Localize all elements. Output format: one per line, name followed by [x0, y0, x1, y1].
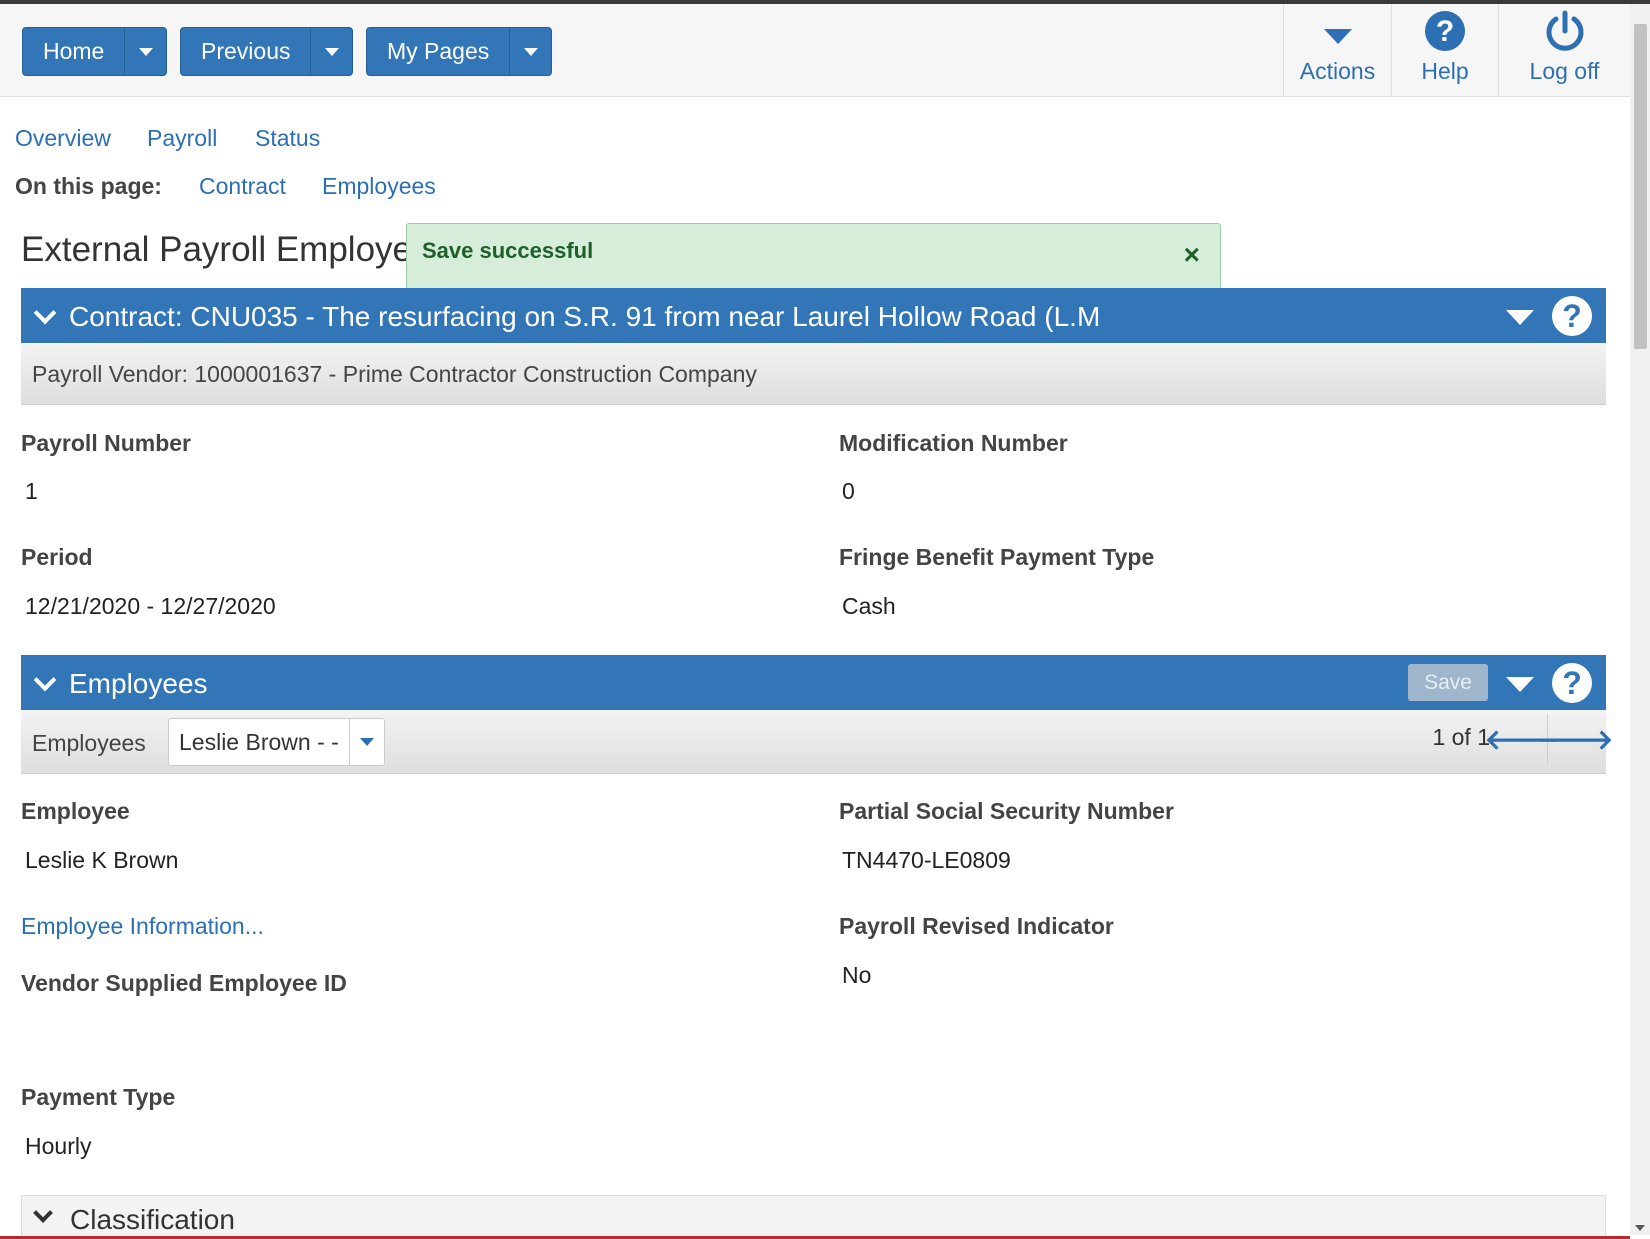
- caret-down-icon: [523, 47, 538, 56]
- partial-ssn-label: Partial Social Security Number: [839, 798, 1174, 824]
- employee-select[interactable]: Leslie Brown - -: [168, 718, 385, 766]
- classification-title: Classification: [70, 1204, 235, 1235]
- scrollbar-thumb[interactable]: [1634, 24, 1647, 349]
- caret-down-icon: [360, 738, 374, 746]
- payroll-revised-label: Payroll Revised Indicator: [839, 913, 1114, 939]
- previous-button[interactable]: Previous: [181, 28, 310, 75]
- svg-text:?: ?: [1436, 15, 1454, 48]
- employee-information-link[interactable]: Employee Information...: [21, 913, 264, 940]
- vertical-scrollbar[interactable]: [1630, 4, 1650, 1235]
- help-label: Help: [1421, 58, 1469, 84]
- employee-select-value: Leslie Brown - -: [179, 729, 339, 755]
- save-button[interactable]: Save: [1408, 664, 1488, 701]
- partial-ssn-value: TN4470-LE0809: [842, 847, 1011, 873]
- contract-panel-header[interactable]: Contract: CNU035 - The resurfacing on S.…: [21, 288, 1606, 343]
- payroll-number-label: Payroll Number: [21, 430, 191, 456]
- tab-status[interactable]: Status: [255, 125, 320, 152]
- modification-number-label: Modification Number: [839, 430, 1068, 456]
- chevron-down-icon[interactable]: [33, 668, 57, 692]
- home-button[interactable]: Home: [23, 28, 124, 75]
- pager-count: 1 of 1: [1432, 724, 1490, 750]
- next-record-arrow-icon[interactable]: 🡒: [1538, 714, 1613, 764]
- jump-link-contract[interactable]: Contract: [199, 173, 286, 200]
- chevron-down-icon[interactable]: [33, 301, 57, 325]
- help-icon[interactable]: ?: [1552, 296, 1592, 336]
- log-off-label: Log off: [1529, 58, 1600, 84]
- employees-selector-label: Employees: [32, 730, 146, 756]
- caret-down-icon: [1323, 28, 1352, 44]
- my-pages-dropdown-toggle[interactable]: [509, 28, 551, 75]
- payroll-number-value: 1: [25, 478, 38, 504]
- payroll-revised-value: No: [842, 962, 872, 988]
- contract-vendor-bar: Payroll Vendor: 1000001637 - Prime Contr…: [21, 343, 1606, 405]
- period-label: Period: [21, 544, 93, 570]
- fringe-benefit-label: Fringe Benefit Payment Type: [839, 544, 1155, 570]
- caret-down-icon: [324, 47, 339, 56]
- previous-dropdown-toggle[interactable]: [310, 28, 352, 75]
- vendor-supplied-id-label: Vendor Supplied Employee ID: [21, 970, 347, 996]
- employees-panel-title: Employees: [69, 668, 208, 699]
- log-off-button[interactable]: Log off: [1498, 4, 1630, 96]
- power-icon: [1546, 10, 1583, 51]
- page-title: External Payroll Employe: [21, 230, 412, 269]
- jump-link-employees[interactable]: Employees: [322, 173, 436, 200]
- my-pages-button[interactable]: My Pages: [367, 28, 509, 75]
- classification-panel-header[interactable]: Classification: [21, 1195, 1606, 1239]
- close-icon[interactable]: ×: [1184, 239, 1200, 271]
- payment-type-label: Payment Type: [21, 1084, 176, 1110]
- employees-panel-header[interactable]: Employees Save ?: [21, 655, 1606, 710]
- scroll-down-arrow-icon[interactable]: [1635, 1225, 1645, 1231]
- tab-payroll[interactable]: Payroll: [147, 125, 217, 152]
- save-success-toast: Save successful ×: [406, 223, 1221, 291]
- employee-selector-bar: Employees Leslie Brown - - 1 of 1 🡐 🡒: [21, 710, 1614, 774]
- help-icon[interactable]: ?: [1552, 663, 1592, 703]
- fringe-benefit-value: Cash: [842, 593, 896, 619]
- payment-type-value: Hourly: [25, 1133, 92, 1159]
- home-dropdown-toggle[interactable]: [124, 28, 166, 75]
- actions-menu[interactable]: Actions: [1283, 4, 1391, 96]
- my-pages-button-group: My Pages: [366, 27, 553, 76]
- chevron-down-icon[interactable]: [33, 1203, 53, 1223]
- caret-down-icon: [138, 47, 153, 56]
- contract-panel-title: Contract: CNU035 - The resurfacing on S.…: [69, 301, 1101, 332]
- app-header: Home Previous My Pages Actions ? Help Lo…: [0, 4, 1630, 97]
- employee-value: Leslie K Brown: [25, 847, 179, 873]
- help-circle-icon: ?: [1425, 11, 1465, 51]
- tab-overview[interactable]: Overview: [15, 125, 111, 152]
- modification-number-value: 0: [842, 478, 855, 504]
- on-this-page-label: On this page:: [15, 173, 162, 199]
- actions-label: Actions: [1299, 58, 1376, 84]
- panel-menu-caret-icon[interactable]: [1506, 310, 1534, 325]
- employee-select-toggle[interactable]: [349, 719, 384, 765]
- period-value: 12/21/2020 - 12/27/2020: [25, 593, 276, 619]
- employee-label: Employee: [21, 798, 130, 824]
- payroll-vendor-text: Payroll Vendor: 1000001637 - Prime Contr…: [32, 361, 757, 387]
- toast-message: Save successful: [422, 238, 594, 263]
- help-button[interactable]: ? Help: [1391, 4, 1498, 96]
- panel-menu-caret-icon[interactable]: [1506, 677, 1534, 692]
- home-button-group: Home: [22, 27, 168, 76]
- previous-button-group: Previous: [180, 27, 354, 76]
